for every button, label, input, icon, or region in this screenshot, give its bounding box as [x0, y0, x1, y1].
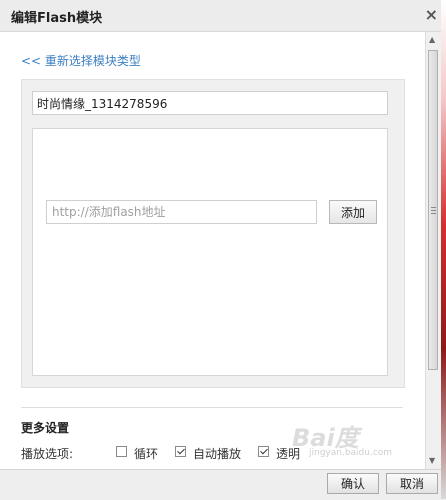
reselect-module-type-link[interactable]: << 重新选择模块类型 — [21, 52, 141, 69]
scroll-down-arrow-icon[interactable]: ▼ — [429, 456, 435, 465]
module-name-input[interactable] — [32, 91, 388, 115]
section-divider — [21, 407, 403, 408]
dialog-titlebar: 编辑Flash模块 × — [0, 0, 446, 32]
loop-checkbox[interactable] — [116, 446, 127, 457]
option-autoplay-label: 自动播放 — [193, 447, 242, 461]
close-icon[interactable]: × — [425, 5, 438, 24]
scroll-up-arrow-icon[interactable]: ▲ — [429, 35, 435, 44]
option-transparent-label: 透明 — [276, 447, 301, 461]
content-scrollbar[interactable]: ▲ ▼ — [425, 32, 441, 469]
dialog-content: << 重新选择模块类型 添加 更多设置 播放选项: 循环 自动播放 透明 — [0, 32, 425, 469]
autoplay-checkbox[interactable] — [175, 446, 186, 457]
confirm-button[interactable]: 确认 — [327, 473, 379, 494]
dialog-footer: 确认 取消 — [0, 469, 446, 500]
scroll-grip-icon — [431, 210, 436, 211]
flash-module-panel: 添加 — [21, 79, 405, 388]
cancel-button[interactable]: 取消 — [386, 473, 438, 494]
play-options-row: 播放选项: 循环 自动播放 透明 — [21, 445, 425, 461]
add-flash-button[interactable]: 添加 — [329, 200, 377, 224]
play-options-label: 播放选项: — [21, 447, 74, 461]
flash-url-input[interactable] — [46, 200, 317, 224]
background-page-edge — [441, 0, 446, 499]
dialog-title: 编辑Flash模块 — [11, 11, 103, 26]
edit-flash-dialog: 编辑Flash模块 × << 重新选择模块类型 添加 更多设置 播放选项: 循环… — [0, 0, 446, 500]
more-settings-title: 更多设置 — [21, 421, 70, 435]
option-loop-label: 循环 — [134, 447, 159, 461]
scroll-grip-icon — [431, 213, 436, 214]
scroll-thumb[interactable] — [428, 50, 438, 370]
flash-preview-area: 添加 — [32, 128, 388, 376]
scroll-grip-icon — [431, 207, 436, 208]
transparent-checkbox[interactable] — [258, 446, 269, 457]
